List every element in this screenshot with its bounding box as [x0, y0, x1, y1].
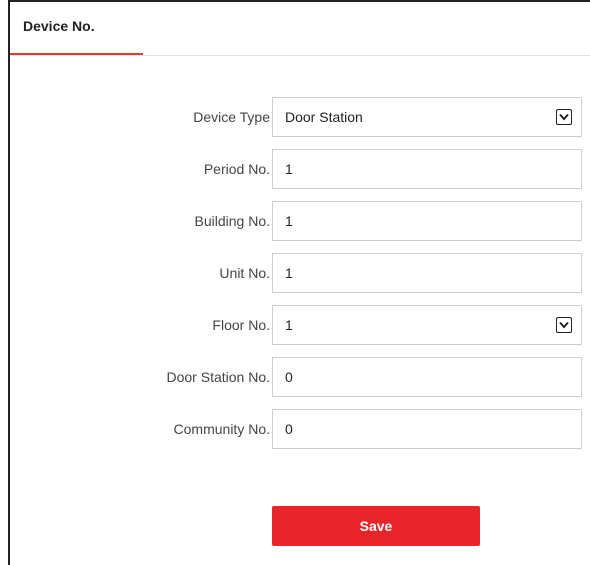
building-no-row: Building No. 1	[10, 201, 590, 241]
period-no-label: Period No.	[203, 161, 270, 177]
floor-no-label: Floor No.	[212, 317, 270, 333]
device-type-value: Door Station	[285, 109, 363, 125]
device-no-panel: Device No. Device Type Door Station Peri…	[8, 0, 590, 565]
door-station-no-row: Door Station No. 0	[10, 357, 590, 397]
device-type-row: Device Type Door Station	[10, 97, 590, 137]
community-no-row: Community No. 0	[10, 409, 590, 449]
door-station-no-label: Door Station No.	[166, 369, 271, 385]
unit-no-input[interactable]: 1	[272, 253, 582, 293]
chevron-down-icon[interactable]	[556, 317, 572, 333]
community-no-input[interactable]: 0	[272, 409, 582, 449]
floor-no-row: Floor No. 1	[10, 305, 590, 345]
tab-device-no[interactable]: Device No.	[10, 2, 143, 55]
unit-no-row: Unit No. 1	[10, 253, 590, 293]
device-type-select[interactable]: Door Station	[272, 97, 582, 137]
community-no-label: Community No.	[173, 421, 270, 437]
door-station-no-input[interactable]: 0	[272, 357, 582, 397]
building-no-label: Building No.	[194, 213, 271, 229]
period-no-row: Period No. 1	[10, 149, 590, 189]
floor-no-value: 1	[285, 317, 293, 333]
unit-no-label: Unit No.	[219, 265, 270, 281]
chevron-down-icon[interactable]	[556, 109, 572, 125]
building-no-input[interactable]: 1	[272, 201, 582, 241]
save-button[interactable]: Save	[272, 506, 480, 546]
tab-bar: Device No.	[10, 2, 590, 56]
floor-no-select[interactable]: 1	[272, 305, 582, 345]
device-type-label: Device Type	[193, 109, 270, 125]
period-no-input[interactable]: 1	[272, 149, 582, 189]
